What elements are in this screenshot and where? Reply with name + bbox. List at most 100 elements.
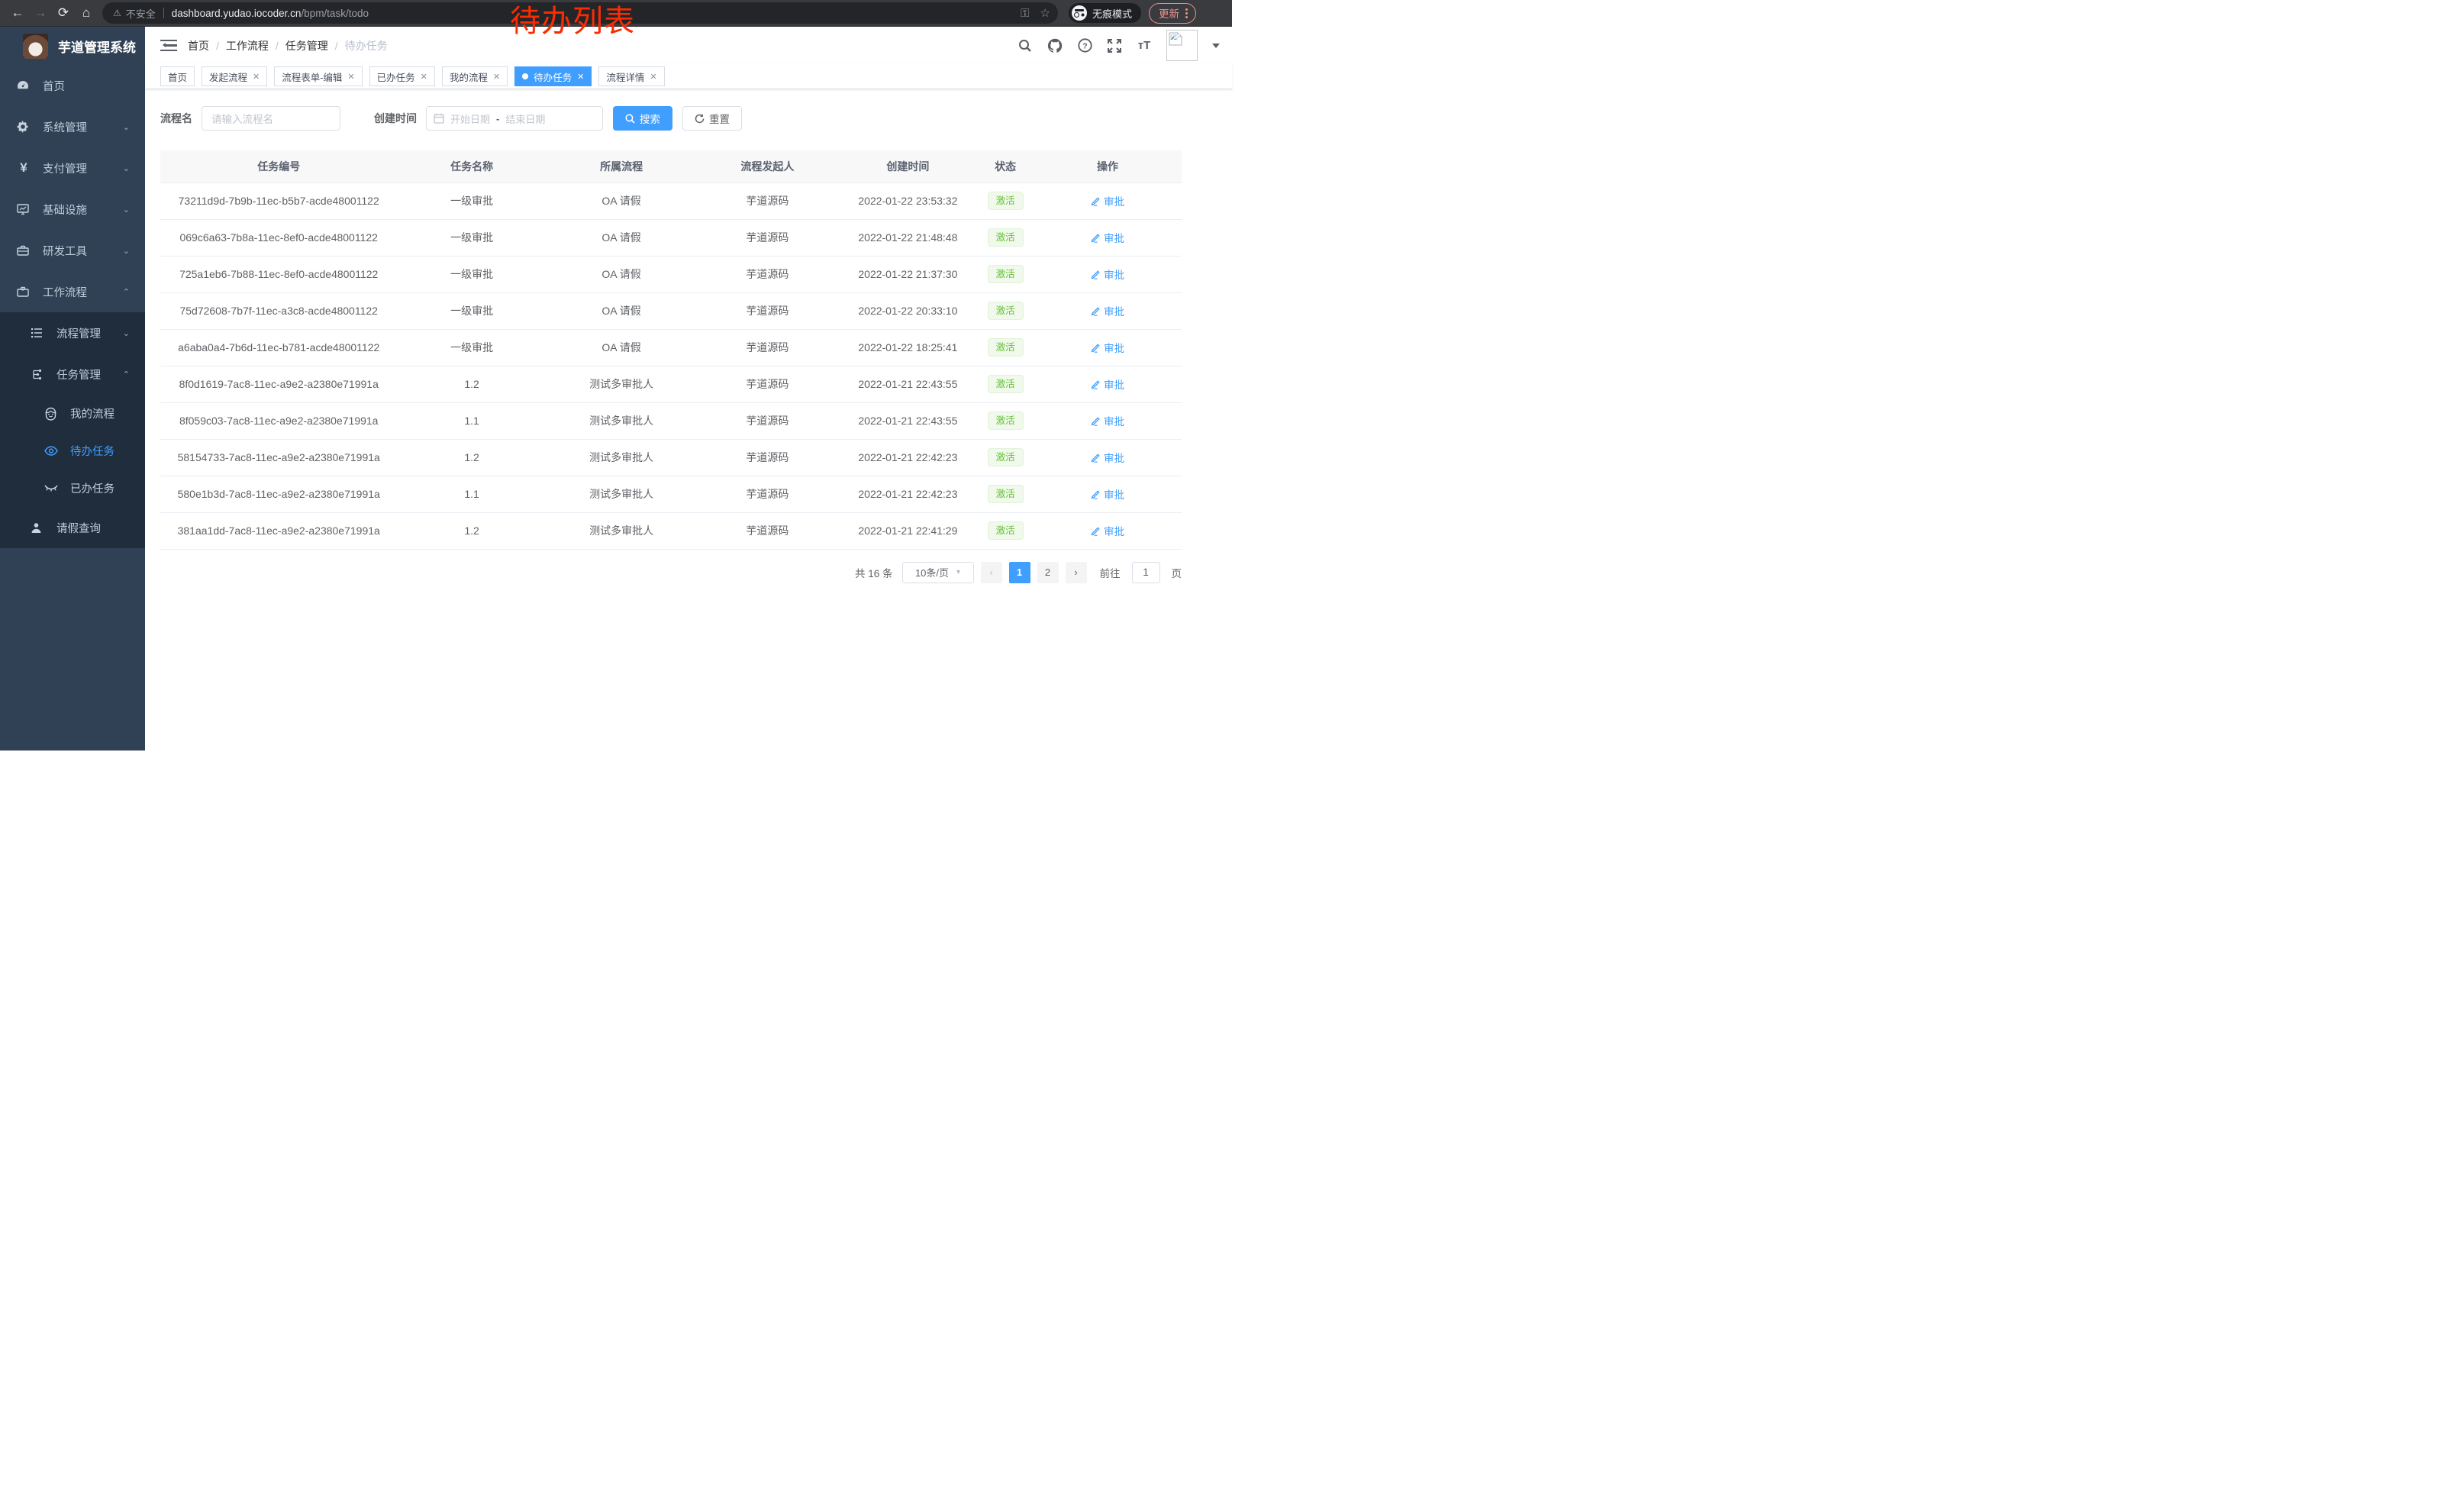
cell-create-time: 2022-01-22 21:48:48 bbox=[838, 219, 977, 256]
sidebar-item-task-mgmt[interactable]: 任务管理 ⌃ bbox=[0, 353, 145, 395]
tab-process-detail[interactable]: 流程详情✕ bbox=[598, 66, 664, 86]
approve-button[interactable]: 审批 bbox=[1091, 193, 1124, 208]
tab-start-process[interactable]: 发起流程✕ bbox=[202, 66, 267, 86]
tab-todo-tasks[interactable]: 待办任务✕ bbox=[514, 66, 592, 86]
sidebar-item-process-mgmt[interactable]: 流程管理 ⌄ bbox=[0, 312, 145, 353]
cell-starter: 芋道源码 bbox=[696, 512, 838, 549]
sidebar-item-done-tasks[interactable]: 已办任务 bbox=[0, 470, 145, 507]
close-icon[interactable]: ✕ bbox=[493, 72, 500, 82]
table-row: 73211d9d-7b9b-11ec-b5b7-acde48001122 一级审… bbox=[160, 182, 1182, 219]
font-size-icon[interactable]: ᴛT bbox=[1137, 38, 1152, 53]
cell-starter: 芋道源码 bbox=[696, 439, 838, 476]
cell-task-name: 一级审批 bbox=[397, 182, 546, 219]
app-logo-area[interactable]: 芋道管理系统 bbox=[0, 27, 145, 65]
status-badge: 激活 bbox=[988, 485, 1024, 503]
table-row: 069c6a63-7b8a-11ec-8ef0-acde48001122 一级审… bbox=[160, 219, 1182, 256]
process-name-input[interactable]: 请输入流程名 bbox=[202, 106, 340, 131]
approve-button[interactable]: 审批 bbox=[1091, 340, 1124, 355]
todo-task-table: 任务编号 任务名称 所属流程 流程发起人 创建时间 状态 操作 73211d9d… bbox=[160, 150, 1182, 550]
breadcrumb-task-mgmt[interactable]: 任务管理 bbox=[285, 38, 328, 53]
close-icon[interactable]: ✕ bbox=[650, 72, 656, 82]
breadcrumb-home[interactable]: 首页 bbox=[188, 38, 209, 53]
breadcrumb-workflow[interactable]: 工作流程 bbox=[226, 38, 269, 53]
close-icon[interactable]: ✕ bbox=[253, 72, 260, 82]
sidebar-item-my-process[interactable]: 我的流程 bbox=[0, 395, 145, 432]
sidebar-item-home[interactable]: 首页 bbox=[0, 65, 145, 106]
cell-task-name: 1.2 bbox=[397, 512, 546, 549]
approve-button[interactable]: 审批 bbox=[1091, 523, 1124, 538]
github-icon[interactable] bbox=[1047, 38, 1063, 53]
reset-button[interactable]: 重置 bbox=[682, 106, 742, 131]
home-icon[interactable]: ⌂ bbox=[75, 2, 98, 24]
cell-process: OA 请假 bbox=[547, 256, 697, 292]
forward-icon[interactable]: → bbox=[29, 2, 52, 24]
sidebar-item-label: 我的流程 bbox=[70, 405, 114, 421]
cell-task-name: 1.1 bbox=[397, 476, 546, 512]
next-page-button[interactable]: › bbox=[1066, 562, 1087, 583]
breadcrumb-current: 待办任务 bbox=[345, 38, 388, 53]
table-row: 725a1eb6-7b88-11ec-8ef0-acde48001122 一级审… bbox=[160, 256, 1182, 292]
reload-icon[interactable]: ⟳ bbox=[52, 2, 75, 24]
approve-button[interactable]: 审批 bbox=[1091, 266, 1124, 282]
sidebar-item-devtools[interactable]: 研发工具 ⌄ bbox=[0, 230, 145, 271]
fullscreen-icon[interactable] bbox=[1107, 38, 1122, 53]
password-key-icon[interactable]: ⚿ bbox=[1021, 7, 1029, 20]
tab-my-process[interactable]: 我的流程✕ bbox=[442, 66, 508, 86]
table-header-row: 任务编号 任务名称 所属流程 流程发起人 创建时间 状态 操作 bbox=[160, 150, 1182, 182]
page-1-button[interactable]: 1 bbox=[1009, 562, 1030, 583]
sidebar-item-label: 待办任务 bbox=[70, 443, 114, 459]
tab-form-edit[interactable]: 流程表单-编辑✕ bbox=[274, 66, 362, 86]
cell-task-name: 一级审批 bbox=[397, 292, 546, 329]
status-badge: 激活 bbox=[988, 265, 1024, 283]
prev-page-button[interactable]: ‹ bbox=[981, 562, 1002, 583]
chrome-update-button[interactable]: 更新 bbox=[1149, 3, 1196, 24]
approve-button[interactable]: 审批 bbox=[1091, 230, 1124, 245]
sidebar-item-payment[interactable]: ¥ 支付管理 ⌄ bbox=[0, 147, 145, 189]
status-badge: 激活 bbox=[988, 375, 1024, 393]
cell-process: OA 请假 bbox=[547, 219, 697, 256]
cell-starter: 芋道源码 bbox=[696, 292, 838, 329]
browser-menu-icon[interactable] bbox=[1185, 8, 1188, 18]
search-icon[interactable] bbox=[1018, 38, 1033, 53]
date-range-picker[interactable]: 开始日期 - 结束日期 bbox=[426, 106, 603, 131]
back-icon[interactable]: ← bbox=[6, 2, 29, 24]
approve-button[interactable]: 审批 bbox=[1091, 413, 1124, 428]
sidebar-item-label: 已办任务 bbox=[70, 480, 114, 496]
tab-done-tasks[interactable]: 已办任务✕ bbox=[369, 66, 435, 86]
dashboard-icon bbox=[17, 79, 31, 92]
search-button[interactable]: 搜索 bbox=[613, 106, 672, 131]
cell-process: OA 请假 bbox=[547, 292, 697, 329]
cell-create-time: 2022-01-22 20:33:10 bbox=[838, 292, 977, 329]
approve-button[interactable]: 审批 bbox=[1091, 486, 1124, 502]
approve-button[interactable]: 审批 bbox=[1091, 376, 1124, 392]
address-bar[interactable]: ⚠ 不安全 dashboard.yudao.iocoder.cn /bpm/ta… bbox=[102, 2, 1058, 24]
close-icon[interactable]: ✕ bbox=[347, 72, 354, 82]
sidebar-item-todo-tasks[interactable]: 待办任务 bbox=[0, 432, 145, 470]
help-icon[interactable]: ? bbox=[1077, 38, 1092, 53]
edit-pencil-icon bbox=[1091, 416, 1101, 426]
app-logo-image bbox=[23, 34, 48, 59]
avatar[interactable] bbox=[1166, 30, 1198, 61]
col-status: 状态 bbox=[977, 150, 1034, 182]
sidebar-item-leave-query[interactable]: 请假查询 bbox=[0, 507, 145, 548]
page-2-button[interactable]: 2 bbox=[1037, 562, 1059, 583]
sidebar-item-infra[interactable]: 基础设施 ⌄ bbox=[0, 189, 145, 230]
approve-button[interactable]: 审批 bbox=[1091, 450, 1124, 465]
sidebar-collapse-icon[interactable] bbox=[160, 39, 177, 53]
cell-task-id: 73211d9d-7b9b-11ec-b5b7-acde48001122 bbox=[160, 182, 397, 219]
omnibox-divider bbox=[163, 8, 164, 18]
workflow-submenu: 流程管理 ⌄ 任务管理 ⌃ 我的流程 待办任务 bbox=[0, 312, 145, 548]
approve-button[interactable]: 审批 bbox=[1091, 303, 1124, 318]
bookmark-star-icon[interactable]: ☆ bbox=[1040, 6, 1050, 20]
edit-pencil-icon bbox=[1091, 453, 1101, 463]
goto-page-input[interactable]: 1 bbox=[1132, 562, 1160, 583]
page-size-select[interactable]: 10条/页 ▾ bbox=[902, 562, 974, 583]
sidebar-item-workflow[interactable]: 工作流程 ⌃ bbox=[0, 271, 145, 312]
tab-home[interactable]: 首页 bbox=[160, 66, 195, 86]
sidebar-item-system[interactable]: 系统管理 ⌄ bbox=[0, 106, 145, 147]
close-icon[interactable]: ✕ bbox=[421, 72, 427, 82]
col-process: 所属流程 bbox=[547, 150, 697, 182]
close-icon[interactable]: ✕ bbox=[577, 72, 584, 82]
edit-pencil-icon bbox=[1091, 306, 1101, 316]
avatar-dropdown-icon[interactable] bbox=[1212, 44, 1220, 52]
